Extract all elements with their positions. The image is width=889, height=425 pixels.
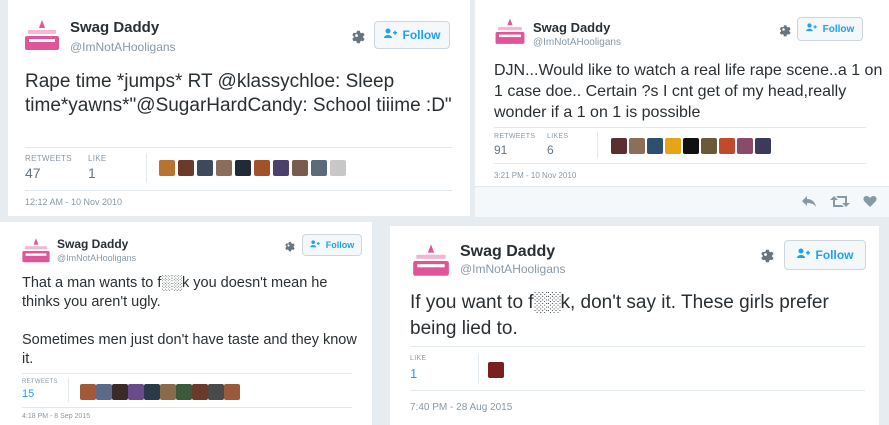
- display-name[interactable]: Swag Daddy: [460, 243, 555, 261]
- stats-divider: [478, 354, 479, 384]
- display-name[interactable]: Swag Daddy: [57, 237, 128, 251]
- follow-label: Follow: [325, 240, 355, 250]
- liker-avatar[interactable]: [719, 138, 735, 154]
- liker-avatar[interactable]: [629, 138, 645, 154]
- divider: [25, 190, 452, 191]
- tweet-text: If you want to f░░k, don't say it. These…: [410, 292, 829, 339]
- likes-label: LIKES: [547, 133, 569, 140]
- display-name[interactable]: Swag Daddy: [533, 20, 610, 35]
- liker-avatar[interactable]: [160, 384, 176, 400]
- stats-divider: [146, 153, 147, 183]
- liker-avatar[interactable]: [144, 384, 160, 400]
- username[interactable]: @ImNotAHooligans: [57, 253, 136, 263]
- follow-person-icon: [805, 23, 817, 35]
- liker-avatar[interactable]: [273, 160, 289, 176]
- tweet-text: DJN...Would like to watch a real life ra…: [494, 62, 883, 121]
- divider: [410, 346, 865, 347]
- username[interactable]: @ImNotAHooligans: [70, 40, 176, 54]
- timestamp[interactable]: 4:18 PM - 8 Sep 2015: [22, 413, 90, 420]
- retweets-label: RETWEETS: [25, 154, 72, 163]
- likes-count[interactable]: 1: [410, 366, 417, 381]
- tweet-text: That a man wants to f░░k you doesn't mea…: [22, 275, 357, 367]
- liker-avatar[interactable]: [488, 362, 504, 378]
- stats-divider: [68, 378, 69, 402]
- follow-button[interactable]: Follow: [302, 234, 362, 256]
- follow-button[interactable]: Follow: [784, 240, 866, 270]
- liker-avatar[interactable]: [647, 138, 663, 154]
- action-bar: [475, 186, 889, 217]
- heart-icon[interactable]: [863, 195, 877, 208]
- tweet-card-1: Swag Daddy @ImNotAHooligans Follow Rape …: [8, 0, 470, 216]
- liker-avatar[interactable]: [330, 160, 346, 176]
- retweets-count[interactable]: 91: [494, 143, 507, 157]
- gear-icon[interactable]: [757, 246, 774, 263]
- retweets-count[interactable]: 15: [22, 388, 34, 400]
- liker-avatar[interactable]: [235, 160, 251, 176]
- follow-label: Follow: [402, 28, 441, 42]
- liker-avatar[interactable]: [192, 384, 208, 400]
- liker-avatar[interactable]: [755, 138, 771, 154]
- divider: [494, 127, 866, 128]
- liker-avatar[interactable]: [254, 160, 270, 176]
- gear-icon[interactable]: [282, 239, 295, 252]
- likes-label: LIKE: [410, 355, 427, 362]
- liker-avatar[interactable]: [611, 138, 627, 154]
- divider: [410, 390, 865, 391]
- liker-avatar[interactable]: [701, 138, 717, 154]
- retweet-icon[interactable]: [830, 195, 850, 208]
- liker-avatar[interactable]: [224, 384, 240, 400]
- liker-avatar[interactable]: [178, 160, 194, 176]
- retweets-label: RETWEETS: [494, 133, 536, 140]
- liker-avatar[interactable]: [737, 138, 753, 154]
- timestamp[interactable]: 12:12 AM - 10 Nov 2010: [25, 197, 122, 207]
- divider: [25, 147, 452, 148]
- likes-count[interactable]: 6: [547, 143, 554, 157]
- liker-avatar[interactable]: [683, 138, 699, 154]
- liker-avatar[interactable]: [665, 138, 681, 154]
- tweet-text: Rape time *jumps* RT @klassychloe: Sleep…: [25, 71, 452, 116]
- follow-person-icon: [383, 28, 397, 42]
- divider: [22, 407, 352, 408]
- follow-button[interactable]: Follow: [797, 17, 863, 41]
- profile-logo-icon[interactable]: [493, 16, 527, 48]
- stats-divider: [597, 132, 598, 158]
- liker-avatar[interactable]: [159, 160, 175, 176]
- profile-logo-icon[interactable]: [410, 242, 452, 280]
- liker-avatar[interactable]: [311, 160, 327, 176]
- liker-avatar[interactable]: [208, 384, 224, 400]
- likes-count[interactable]: 1: [88, 165, 96, 181]
- liker-avatar[interactable]: [112, 384, 128, 400]
- reply-icon[interactable]: [801, 195, 817, 208]
- retweets-count[interactable]: 47: [25, 165, 41, 181]
- likes-label: LIKE: [88, 154, 107, 163]
- profile-logo-icon[interactable]: [22, 18, 62, 54]
- follow-person-icon: [796, 248, 810, 262]
- follow-label: Follow: [822, 23, 855, 35]
- follow-label: Follow: [815, 248, 854, 262]
- tweet-card-3: Swag Daddy @ImNotAHooligans Follow That …: [0, 222, 372, 425]
- divider: [494, 163, 866, 164]
- liker-avatar[interactable]: [292, 160, 308, 176]
- liker-avatar[interactable]: [216, 160, 232, 176]
- follow-button[interactable]: Follow: [374, 21, 450, 49]
- retweets-label: RETWEETS: [22, 379, 58, 385]
- liker-avatar[interactable]: [176, 384, 192, 400]
- follow-person-icon: [310, 240, 320, 250]
- liker-avatar[interactable]: [96, 384, 112, 400]
- profile-logo-icon[interactable]: [20, 236, 52, 266]
- liker-avatar[interactable]: [80, 384, 96, 400]
- tweet-card-4: Swag Daddy @ImNotAHooligans Follow If yo…: [390, 226, 879, 425]
- timestamp[interactable]: 3:21 PM - 10 Nov 2010: [494, 171, 576, 180]
- timestamp[interactable]: 7:40 PM - 28 Aug 2015: [410, 402, 512, 413]
- gear-icon[interactable]: [348, 27, 365, 44]
- display-name[interactable]: Swag Daddy: [70, 19, 159, 36]
- username[interactable]: @ImNotAHooligans: [460, 262, 566, 276]
- username[interactable]: @ImNotAHooligans: [533, 37, 621, 48]
- gear-icon[interactable]: [776, 22, 791, 37]
- liker-avatar[interactable]: [197, 160, 213, 176]
- tweet-card-2: Swag Daddy @ImNotAHooligans Follow DJN..…: [475, 0, 889, 217]
- liker-avatar[interactable]: [128, 384, 144, 400]
- divider: [22, 373, 352, 374]
